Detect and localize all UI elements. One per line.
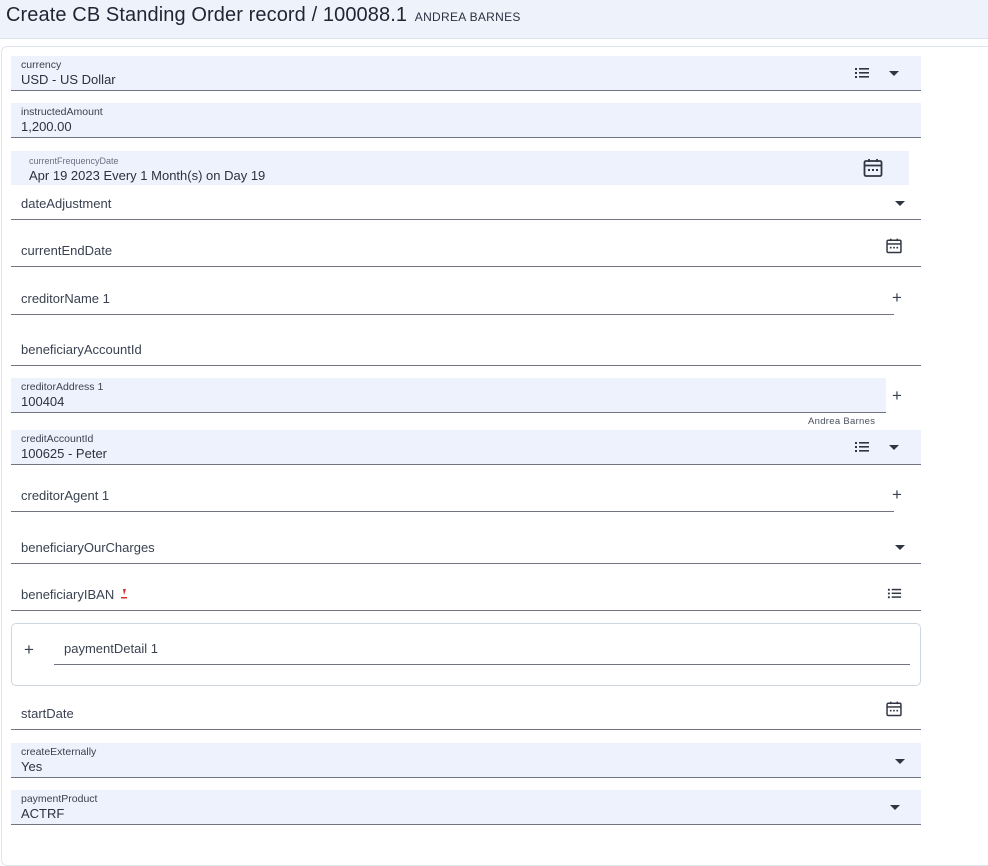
start-date-field[interactable]: startDate [11,695,921,730]
calendar-icon[interactable] [885,237,903,255]
creditor-address-value: 100404 [21,394,65,409]
date-adjustment-label: dateAdjustment [21,196,112,211]
calendar-icon[interactable] [885,700,903,718]
create-externally-field[interactable]: createExternally Yes [11,743,921,778]
chevron-down-icon[interactable] [890,805,900,810]
creditor-name-field[interactable]: creditorName 1 [11,280,894,315]
payment-detail-field[interactable]: paymentDetail 1 [54,630,910,665]
add-creditor-address-button[interactable]: + [892,387,902,404]
chevron-down-icon[interactable] [895,201,905,206]
list-icon[interactable] [854,65,870,81]
currency-field[interactable]: currency USD - US Dollar [11,56,921,91]
add-creditor-name-button[interactable]: + [892,289,902,306]
chevron-down-icon[interactable] [895,545,905,550]
list-icon[interactable] [854,439,870,455]
page-title-text: Create CB Standing Order record / 100088… [6,4,408,26]
instructed-amount-value: 1,200.00 [21,119,72,134]
create-externally-label: createExternally [21,746,97,758]
payment-product-label: paymentProduct [21,793,98,805]
beneficiary-iban-label: beneficiaryIBAN [21,587,128,602]
current-frequency-date-field[interactable]: currentFrequencyDate Apr 19 2023 Every 1… [11,151,909,185]
credit-account-id-label: creditAccountId [21,433,94,445]
chevron-down-icon[interactable] [889,445,899,450]
date-adjustment-field[interactable]: dateAdjustment [11,186,921,220]
beneficiary-our-charges-label: beneficiaryOurCharges [21,540,155,555]
list-icon[interactable] [887,586,902,601]
creditor-agent-field[interactable]: creditorAgent 1 [11,477,894,512]
beneficiary-account-id-label: beneficiaryAccountId [21,342,142,357]
instructed-amount-field[interactable]: instructedAmount 1,200.00 [11,103,921,138]
page-header: Create CB Standing Order record / 100088… [0,0,988,39]
creditor-address-label: creditorAddress 1 [21,381,104,393]
credit-account-id-field[interactable]: creditAccountId 100625 - Peter [11,430,921,465]
add-payment-detail-button[interactable]: + [24,641,34,658]
page-title: Create CB Standing Order record / 100088… [6,4,521,27]
chevron-down-icon[interactable] [889,71,899,76]
start-date-label: startDate [21,706,74,721]
chevron-down-icon[interactable] [895,759,905,764]
payment-detail-group: + paymentDetail 1 [11,623,921,686]
create-externally-value: Yes [21,759,43,774]
credit-account-id-value: 100625 - Peter [21,446,108,461]
payment-product-value: ACTRF [21,806,65,821]
current-frequency-date-value: Apr 19 2023 Every 1 Month(s) on Day 19 [29,168,266,183]
creditor-address-hint: Andrea Barnes [808,416,876,427]
creditor-name-label: creditorName 1 [21,291,110,306]
beneficiary-iban-field[interactable]: beneficiaryIBAN [11,576,921,611]
beneficiary-our-charges-field[interactable]: beneficiaryOurCharges [11,529,921,564]
current-frequency-date-label: currentFrequencyDate [29,156,119,166]
required-marker-icon [120,587,128,599]
payment-product-field[interactable]: paymentProduct ACTRF [11,790,921,825]
currency-value: USD - US Dollar [21,72,116,87]
current-end-date-field[interactable]: currentEndDate [11,232,921,267]
instructed-amount-label: instructedAmount [21,106,103,118]
beneficiary-account-id-field[interactable]: beneficiaryAccountId [11,331,921,366]
creditor-agent-label: creditorAgent 1 [21,488,110,503]
creditor-address-field[interactable]: creditorAddress 1 100404 [11,378,886,413]
page-subtitle: ANDREA BARNES [414,10,521,24]
current-end-date-label: currentEndDate [21,243,113,258]
add-creditor-agent-button[interactable]: + [892,486,902,503]
payment-detail-label: paymentDetail 1 [64,641,158,656]
currency-label: currency [21,59,62,71]
beneficiary-iban-label-text: beneficiaryIBAN [21,587,115,602]
calendar-icon[interactable] [862,157,884,179]
